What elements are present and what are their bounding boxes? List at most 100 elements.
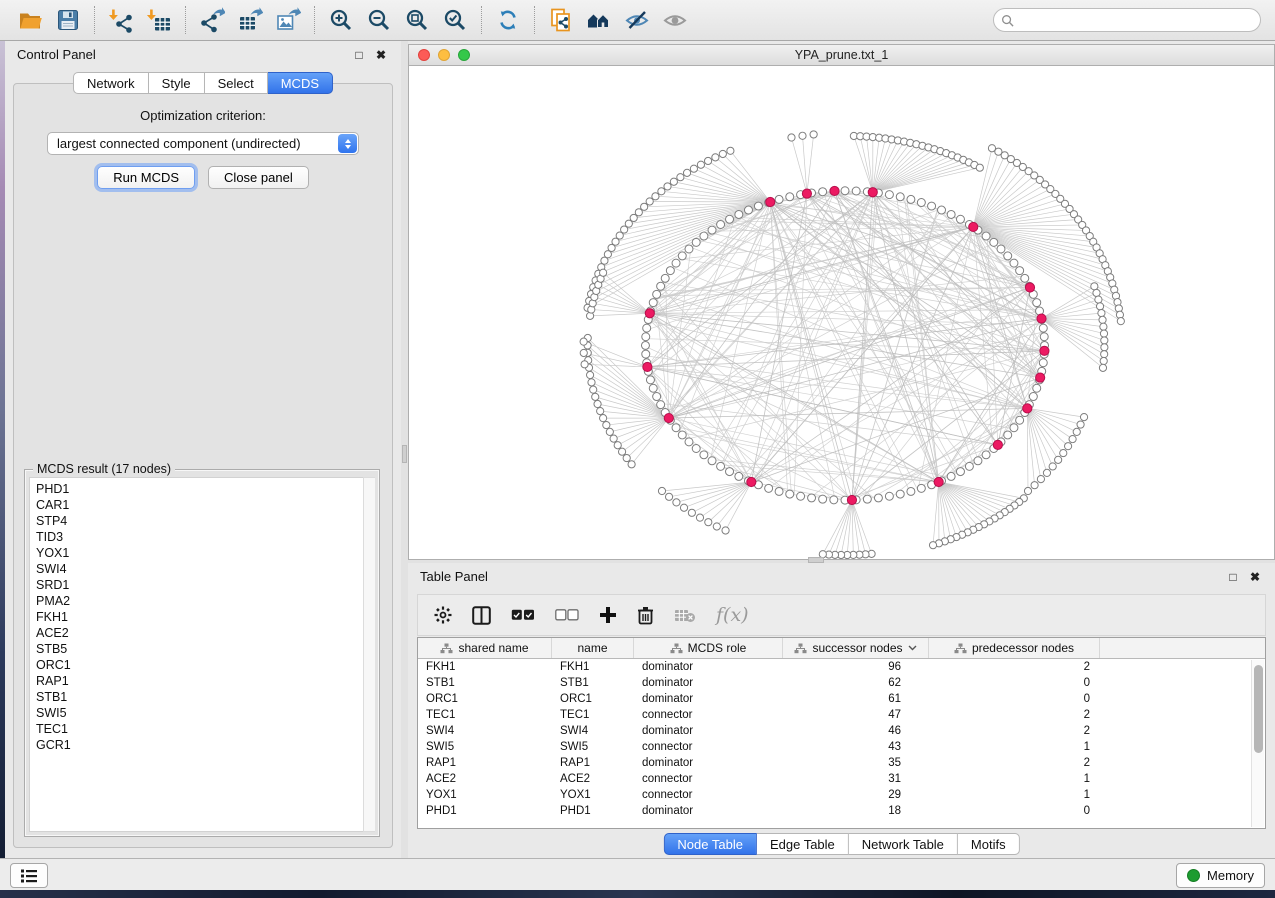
list-item[interactable]: ACE2	[36, 625, 374, 641]
list-item[interactable]: YOX1	[36, 545, 374, 561]
network-graph[interactable]	[409, 66, 1274, 559]
tab-style[interactable]: Style	[149, 72, 205, 94]
list-item[interactable]: STB5	[36, 641, 374, 657]
shared-column-icon	[954, 643, 967, 654]
column-header-mcds-role[interactable]: MCDS role	[634, 638, 783, 658]
table-cell: 2	[929, 707, 1100, 723]
zoom-in-icon[interactable]	[327, 6, 355, 34]
tab-mcds[interactable]: MCDS	[268, 72, 333, 94]
column-header-predecessor-nodes[interactable]: predecessor nodes	[929, 638, 1100, 658]
criterion-selected-value: largest connected component (undirected)	[57, 136, 301, 151]
hide-selected-icon[interactable]	[623, 6, 651, 34]
refresh-icon[interactable]	[494, 6, 522, 34]
list-item[interactable]: PMA2	[36, 593, 374, 609]
network-canvas[interactable]	[408, 66, 1275, 560]
mcds-list-scrollbar[interactable]	[363, 477, 375, 832]
table-row[interactable]: RAP1RAP1dominator352	[418, 755, 1265, 771]
splitter-handle[interactable]	[402, 445, 407, 463]
import-network-icon[interactable]	[107, 6, 135, 34]
table-row[interactable]: FKH1FKH1dominator962	[418, 659, 1265, 675]
float-window-icon[interactable]: □	[1225, 569, 1241, 585]
column-header-shared-name[interactable]: shared name	[418, 638, 552, 658]
shared-column-icon	[670, 643, 683, 654]
list-item[interactable]: CAR1	[36, 497, 374, 513]
column-header-filler	[1100, 638, 1265, 658]
list-item[interactable]: STB1	[36, 689, 374, 705]
list-item[interactable]: PHD1	[36, 481, 374, 497]
table-cell: dominator	[634, 675, 783, 691]
import-table-icon[interactable]	[145, 6, 173, 34]
gear-icon[interactable]	[434, 606, 452, 624]
table-panel-title: Table Panel	[420, 569, 488, 584]
scrollbar-thumb[interactable]	[1254, 665, 1263, 753]
list-item[interactable]: STP4	[36, 513, 374, 529]
list-item[interactable]: SWI5	[36, 705, 374, 721]
save-session-icon[interactable]	[54, 6, 82, 34]
tab-network[interactable]: Network	[73, 72, 149, 94]
table-cell: connector	[634, 771, 783, 787]
first-neighbors-icon[interactable]	[585, 6, 613, 34]
run-mcds-button[interactable]: Run MCDS	[97, 166, 195, 189]
export-image-icon[interactable]	[274, 6, 302, 34]
export-network-icon[interactable]	[198, 6, 226, 34]
memory-button[interactable]: Memory	[1176, 863, 1265, 888]
list-item[interactable]: GCR1	[36, 737, 374, 753]
list-item[interactable]: FKH1	[36, 609, 374, 625]
list-item[interactable]: RAP1	[36, 673, 374, 689]
list-item[interactable]: SWI4	[36, 561, 374, 577]
control-panel: Control Panel □ ✖ Network Style Select M…	[5, 41, 401, 858]
node-table-body: FKH1FKH1dominator962STB1STB1dominator620…	[418, 659, 1265, 819]
table-row[interactable]: TEC1TEC1connector472	[418, 707, 1265, 723]
table-row[interactable]: ORC1ORC1dominator610	[418, 691, 1265, 707]
deselect-all-icon[interactable]	[555, 609, 579, 621]
close-panel-icon[interactable]: ✖	[373, 47, 389, 63]
mcds-result-list[interactable]: PHD1CAR1STP4TID3YOX1SWI4SRD1PMA2FKH1ACE2…	[29, 477, 375, 832]
export-group	[186, 0, 314, 40]
close-panel-button[interactable]: Close panel	[208, 166, 309, 189]
list-item[interactable]: ORC1	[36, 657, 374, 673]
table-cell: dominator	[634, 691, 783, 707]
select-stepper-icon	[338, 134, 357, 153]
optimization-criterion-select[interactable]: largest connected component (undirected)	[47, 132, 359, 155]
search-input[interactable]	[993, 8, 1261, 32]
add-entry-icon[interactable]	[599, 606, 617, 624]
zoom-out-icon[interactable]	[365, 6, 393, 34]
column-header-name[interactable]: name	[552, 638, 634, 658]
open-session-icon[interactable]	[16, 6, 44, 34]
select-all-icon[interactable]	[511, 609, 535, 621]
table-row[interactable]: PHD1PHD1dominator180	[418, 803, 1265, 819]
table-scrollbar[interactable]	[1251, 660, 1264, 827]
tab-edge-table[interactable]: Edge Table	[757, 833, 849, 855]
tab-network-table[interactable]: Network Table	[849, 833, 958, 855]
tab-motifs[interactable]: Motifs	[958, 833, 1020, 855]
zoom-fit-icon[interactable]	[403, 6, 431, 34]
refresh-group	[482, 0, 534, 40]
table-row[interactable]: ACE2ACE2connector311	[418, 771, 1265, 787]
export-table-icon[interactable]	[236, 6, 264, 34]
network-titlebar[interactable]: YPA_prune.txt_1	[408, 44, 1275, 66]
table-cell: RAP1	[418, 755, 552, 771]
new-network-from-selection-icon[interactable]	[547, 6, 575, 34]
column-header-successor-nodes[interactable]: successor nodes	[783, 638, 929, 658]
close-panel-icon[interactable]: ✖	[1247, 569, 1263, 585]
control-panel-tabs: Network Style Select MCDS	[73, 72, 333, 94]
table-row[interactable]: SWI4SWI4dominator462	[418, 723, 1265, 739]
tab-node-table[interactable]: Node Table	[663, 833, 757, 855]
list-item[interactable]: TID3	[36, 529, 374, 545]
table-cell: 18	[783, 803, 929, 819]
show-all-icon[interactable]	[661, 6, 689, 34]
tab-select[interactable]: Select	[205, 72, 268, 94]
table-row[interactable]: YOX1YOX1connector291	[418, 787, 1265, 803]
vertical-splitter[interactable]	[401, 41, 408, 858]
list-item[interactable]: SRD1	[36, 577, 374, 593]
list-item[interactable]: TEC1	[36, 721, 374, 737]
task-history-button[interactable]	[10, 863, 48, 888]
table-row[interactable]: STB1STB1dominator620	[418, 675, 1265, 691]
table-row[interactable]: SWI5SWI5connector431	[418, 739, 1265, 755]
zoom-selected-icon[interactable]	[441, 6, 469, 34]
table-cell: 35	[783, 755, 929, 771]
float-window-icon[interactable]: □	[351, 47, 367, 63]
delete-entry-icon[interactable]	[637, 606, 654, 625]
split-columns-icon[interactable]	[472, 606, 491, 625]
table-cell: 0	[929, 803, 1100, 819]
